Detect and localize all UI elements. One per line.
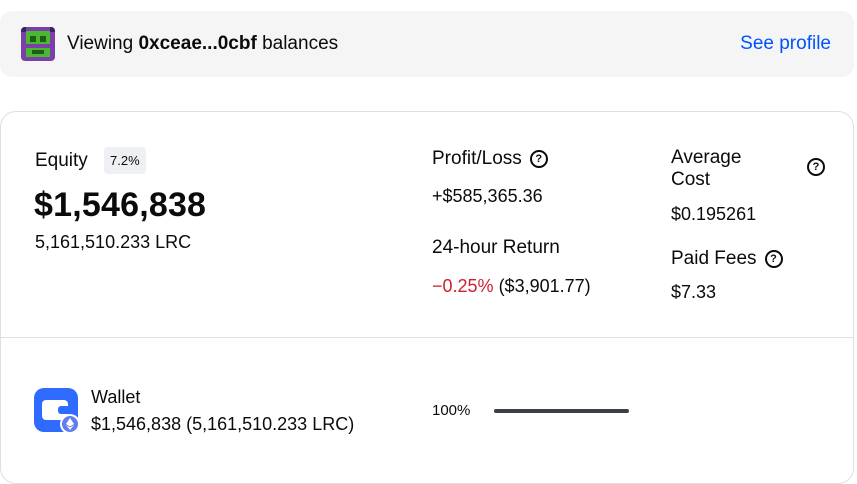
wallet-allocation-percent: 100% [432,402,471,419]
equity-percent-badge: 7.2% [104,147,146,174]
average-cost-label: Average Cost [671,147,821,191]
return-24h-label: 24-hour Return [432,237,560,259]
wallet-allocation-bar-fill [494,409,629,413]
return-24h-value: −0.25% ($3,901.77) [432,276,591,297]
see-profile-link[interactable]: See profile [740,33,831,55]
return-24h-percent: −0.25% [432,276,494,296]
section-divider [1,337,853,338]
wallet-address: 0xceae...0cbf [138,33,257,54]
address-avatar [21,27,55,61]
wallet-allocation-bar [494,409,629,413]
viewing-prefix: Viewing [67,33,139,54]
average-cost-label-text: Average Cost [671,147,742,190]
return-24h-amount: ($3,901.77) [493,276,591,296]
profit-loss-label: Profit/Loss ? [432,148,548,170]
help-icon[interactable]: ? [807,158,825,176]
wallet-title: Wallet [91,387,141,407]
paid-fees-value: $7.33 [671,282,717,302]
wallet-balance: $1,546,838 (5,161,510.233 LRC) [91,414,355,434]
paid-fees-label-text: Paid Fees [671,248,757,269]
help-icon[interactable]: ? [529,150,548,168]
equity-label: Equity [35,150,88,171]
balances-card: Equity 7.2% $1,546,838 5,161,510.233 LRC… [0,111,854,484]
help-icon[interactable]: ? [764,250,783,268]
viewing-suffix: balances [256,33,339,54]
wallet-icon [34,388,80,434]
paid-fees-label: Paid Fees ? [671,248,783,270]
average-cost-value: $0.195261 [671,204,757,224]
profit-loss-value: +$585,365.36 [432,186,543,206]
profit-loss-label-text: Profit/Loss [432,148,522,169]
viewing-banner: Viewing 0xceae...0cbf balances See profi… [0,11,854,77]
return-24h-label-text: 24-hour Return [432,237,560,258]
equity-value: $1,546,838 [34,186,207,224]
viewing-text: Viewing 0xceae...0cbf balances [67,33,338,55]
equity-token-amount: 5,161,510.233 LRC [35,232,192,252]
